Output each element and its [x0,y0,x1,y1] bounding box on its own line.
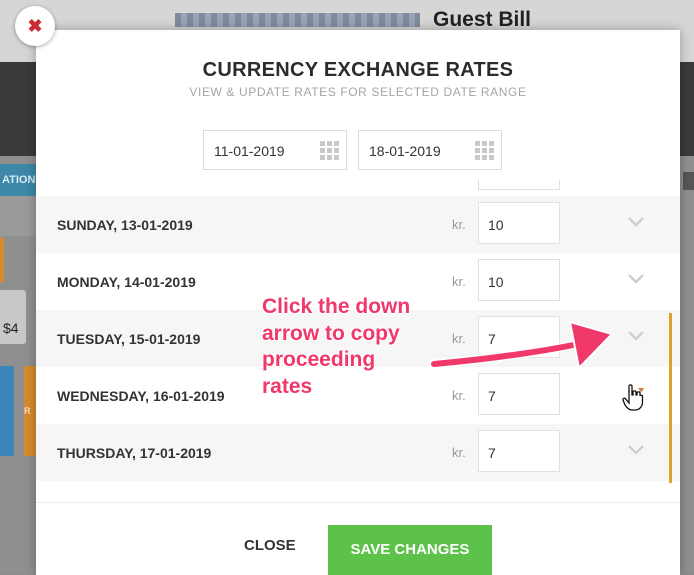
background-card-amount: $4 [3,320,19,336]
modal-subtitle: VIEW & UPDATE RATES FOR SELECTED DATE RA… [189,85,527,99]
chevron-down-icon[interactable] [626,271,646,287]
background-bar [0,196,38,236]
date-to-field[interactable]: 18-01-2019 [358,130,502,170]
annotation-line: rates [262,374,313,398]
annotation-line: arrow to copy [262,321,400,345]
hand-cursor-icon [622,384,644,411]
modal-footer: CLOSE SAVE CHANGES [36,502,680,575]
rate-row-date: SUNDAY, 13-01-2019 [57,217,193,233]
rate-input[interactable]: 10 [478,259,560,301]
background-right-tab [683,172,694,190]
background-tile-letter: R [24,406,31,416]
annotation-callout: Click the down arrow to copy proceeding … [262,294,452,400]
rate-row-date: TUESDAY, 15-01-2019 [57,331,201,347]
date-from-value: 11-01-2019 [214,143,285,159]
calendar-icon[interactable] [320,141,340,161]
rate-input[interactable]: 7 [478,373,560,415]
currency-symbol: kr. [452,331,466,346]
currency-symbol: kr. [452,274,466,289]
modal-title: CURRENCY EXCHANGE RATES [202,59,514,81]
rate-row-date: THURSDAY, 17-01-2019 [57,445,212,461]
currency-symbol: kr. [452,445,466,460]
annotation-line: proceeding [262,348,376,371]
background-card: $4 [0,290,26,344]
close-button[interactable]: CLOSE [244,537,296,554]
rate-input[interactable]: 7 [478,430,560,472]
background-blue-block [0,366,14,456]
currency-symbol: kr. [452,217,466,232]
date-to-value: 18-01-2019 [369,143,441,159]
background-app-title: Guest Bill [433,8,532,31]
rate-input[interactable]: 7 [478,316,560,358]
rate-input[interactable]: 10 [478,202,560,244]
rate-row-date: WEDNESDAY, 16-01-2019 [57,388,225,404]
background-tab: ATION [0,164,38,196]
background-orange-block [0,238,4,282]
calendar-icon[interactable] [475,141,495,161]
modal-close-x-button[interactable]: ✖ [15,6,55,46]
date-from-field[interactable]: 11-01-2019 [203,130,347,170]
rate-input-partial[interactable] [478,180,560,190]
rate-row: THURSDAY, 17-01-2019 kr. 7 [36,424,680,481]
chevron-down-icon[interactable] [626,442,646,458]
rate-row-date: MONDAY, 14-01-2019 [57,274,196,290]
rate-row: SUNDAY, 13-01-2019 kr. 10 [36,196,680,253]
chevron-down-icon[interactable] [626,214,646,230]
list-scrollbar[interactable] [669,313,672,483]
redacted-text [175,13,420,27]
chevron-down-icon[interactable] [626,328,646,344]
close-x-icon: ✖ [27,16,43,36]
annotation-line: Click the down [262,295,411,318]
currency-symbol: kr. [452,388,466,403]
save-changes-button[interactable]: SAVE CHANGES [328,525,492,575]
